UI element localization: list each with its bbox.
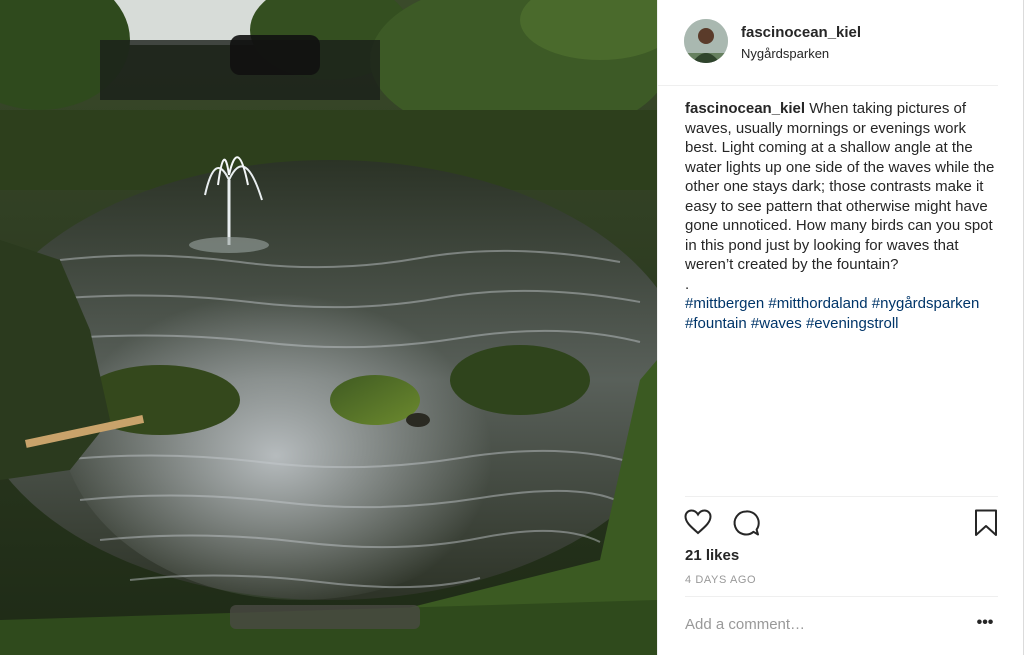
hashtag-link[interactable]: #waves	[751, 315, 802, 332]
post-location[interactable]: Nygårdsparken	[741, 46, 829, 61]
more-options-button[interactable]: •••	[974, 614, 996, 631]
heart-icon	[684, 509, 712, 535]
avatar[interactable]	[684, 19, 728, 63]
avatar-image	[684, 19, 728, 63]
post-username[interactable]: fascinocean_kiel	[741, 24, 861, 41]
hashtag-link[interactable]: #fountain	[685, 315, 747, 332]
hashtag-link[interactable]: #mitthordaland	[768, 295, 867, 312]
comment-button[interactable]	[732, 509, 760, 542]
hashtag-link[interactable]: #eveningstroll	[806, 315, 899, 332]
post-caption: fascinocean_kiel When taking pictures of…	[685, 99, 995, 333]
post-photo[interactable]	[0, 0, 657, 655]
save-button[interactable]	[974, 509, 998, 542]
caption-author[interactable]: fascinocean_kiel	[685, 100, 805, 117]
like-button[interactable]	[684, 509, 712, 540]
caption-text: When taking pictures of waves, usually m…	[685, 100, 995, 273]
comment-bubble-icon	[733, 510, 760, 536]
bookmark-icon	[975, 509, 997, 536]
hashtag-link[interactable]: #nygårdsparken	[872, 295, 980, 312]
comment-divider	[685, 596, 998, 597]
likes-count[interactable]: 21 likes	[685, 547, 739, 564]
more-options-icon: •••	[976, 614, 994, 631]
post-header: fascinocean_kiel Nygårdsparken	[658, 0, 998, 86]
actions-divider	[685, 496, 998, 497]
post-timestamp[interactable]: 4 DAYS AGO	[685, 574, 756, 586]
add-comment-input[interactable]	[682, 612, 958, 636]
pond-fountain-photo	[0, 0, 657, 655]
hashtag-link[interactable]: #mittbergen	[685, 295, 764, 312]
caption-hashtags: #mittbergen #mitthordaland #nygårdsparke…	[685, 295, 979, 332]
caption-separator: .	[685, 275, 690, 293]
post-side-panel: fascinocean_kiel Nygårdsparken fascinoce…	[657, 0, 1024, 655]
